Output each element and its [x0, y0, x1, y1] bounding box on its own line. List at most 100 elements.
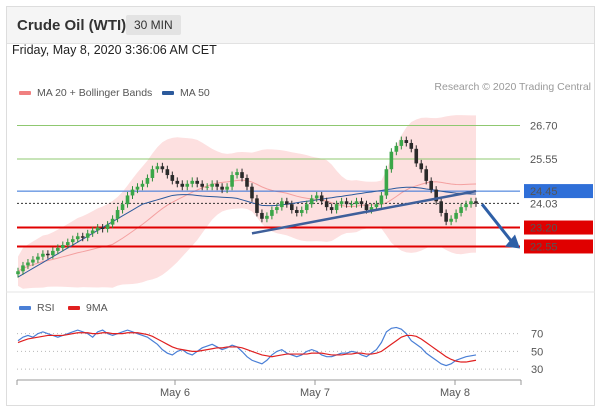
x-tick-label: May 8: [440, 387, 470, 399]
candle-body: [65, 242, 70, 246]
candle-body: [80, 236, 85, 238]
candle-body: [389, 151, 394, 170]
candle-body: [26, 262, 30, 266]
level-label: 25.55: [530, 154, 558, 166]
candle-body: [105, 224, 110, 229]
candle-body: [220, 186, 224, 190]
candle-body: [329, 207, 334, 211]
candle-body: [51, 250, 55, 256]
candle-body: [110, 218, 115, 225]
candle-body: [270, 210, 274, 216]
candle-body: [70, 239, 75, 243]
candle-body: [404, 140, 409, 143]
candle-body: [294, 210, 299, 213]
candle-body: [255, 198, 259, 213]
candle-body: [280, 201, 284, 208]
candle-body: [344, 201, 349, 205]
candle-body: [160, 166, 165, 170]
candle-body: [419, 163, 424, 170]
candle-body: [364, 204, 369, 211]
candle-body: [290, 204, 294, 211]
candle-body: [354, 201, 359, 205]
level-label: 24.03: [530, 198, 558, 210]
candle-body: [245, 177, 249, 187]
candle-body: [285, 201, 289, 205]
rsi-series-1: [17, 332, 477, 363]
candle-body: [115, 210, 120, 219]
candle-body: [379, 195, 384, 205]
candle-body: [235, 172, 239, 176]
candle-body: [190, 180, 195, 184]
candle-body: [324, 201, 329, 208]
candle-body: [424, 169, 429, 181]
candle-body: [459, 207, 463, 213]
candle-body: [359, 201, 364, 205]
candle-body: [464, 204, 468, 208]
candle-body: [444, 212, 448, 222]
candle-body: [150, 169, 155, 178]
candle-body: [374, 204, 379, 208]
candle-body: [41, 253, 45, 257]
candle-body: [299, 210, 304, 213]
candle-body: [75, 236, 80, 240]
candle-body: [399, 140, 404, 146]
candle-body: [16, 271, 20, 275]
candle-body: [314, 195, 319, 199]
level-label: 24.45: [530, 186, 558, 198]
candle-body: [36, 256, 40, 260]
candle-body: [21, 265, 25, 272]
candle-body: [439, 201, 443, 213]
candle-body: [185, 183, 190, 187]
level-label: 22.55: [530, 241, 558, 253]
candle-body: [334, 204, 339, 211]
candle-body: [319, 195, 324, 202]
x-tick-label: May 6: [160, 387, 190, 399]
candle-body: [240, 172, 244, 178]
candle-body: [175, 180, 180, 184]
candle-body: [145, 177, 150, 184]
candle-body: [90, 230, 95, 234]
candle-body: [225, 186, 229, 190]
candle-body: [429, 180, 433, 190]
candle-body: [275, 207, 279, 211]
candle-body: [349, 204, 354, 206]
candle-body: [250, 186, 254, 199]
candle-body: [56, 247, 60, 251]
candle-body: [180, 183, 185, 187]
candle-body: [474, 201, 478, 204]
level-label: 23.20: [530, 223, 558, 235]
candle-body: [394, 145, 399, 152]
candle-body: [215, 183, 219, 187]
candle-body: [130, 189, 135, 196]
candle-body: [339, 201, 344, 205]
candle-body: [230, 175, 234, 187]
candle-body: [200, 183, 204, 187]
candle-body: [449, 218, 453, 222]
rsi-tick-label: 30: [531, 364, 543, 376]
candle-body: [46, 253, 50, 256]
candle-body: [125, 195, 130, 205]
candle-body: [195, 180, 200, 184]
candle-body: [260, 212, 264, 219]
candle-body: [409, 142, 414, 149]
candle-body: [170, 175, 175, 181]
price-chart: 26.70 25.55 24.4524.03 23.20 22.55 70 50 30 Ma…: [6, 115, 595, 399]
candle-body: [304, 204, 309, 211]
rsi-tick-label: 50: [531, 346, 543, 358]
candle-body: [309, 198, 314, 205]
candle-body: [265, 215, 269, 219]
candle-body: [210, 183, 214, 187]
candle-body: [120, 204, 125, 211]
candle-body: [205, 186, 209, 188]
candle-body: [61, 245, 65, 248]
candle-body: [95, 227, 100, 231]
candle-body: [31, 259, 35, 263]
x-tick-label: May 7: [300, 387, 330, 399]
candle-body: [454, 212, 458, 219]
candle-body: [155, 166, 160, 170]
candle-body: [140, 183, 145, 187]
candle-body: [469, 201, 473, 205]
candle-body: [85, 233, 90, 238]
candle-body: [165, 169, 170, 176]
candle-body: [384, 169, 389, 196]
